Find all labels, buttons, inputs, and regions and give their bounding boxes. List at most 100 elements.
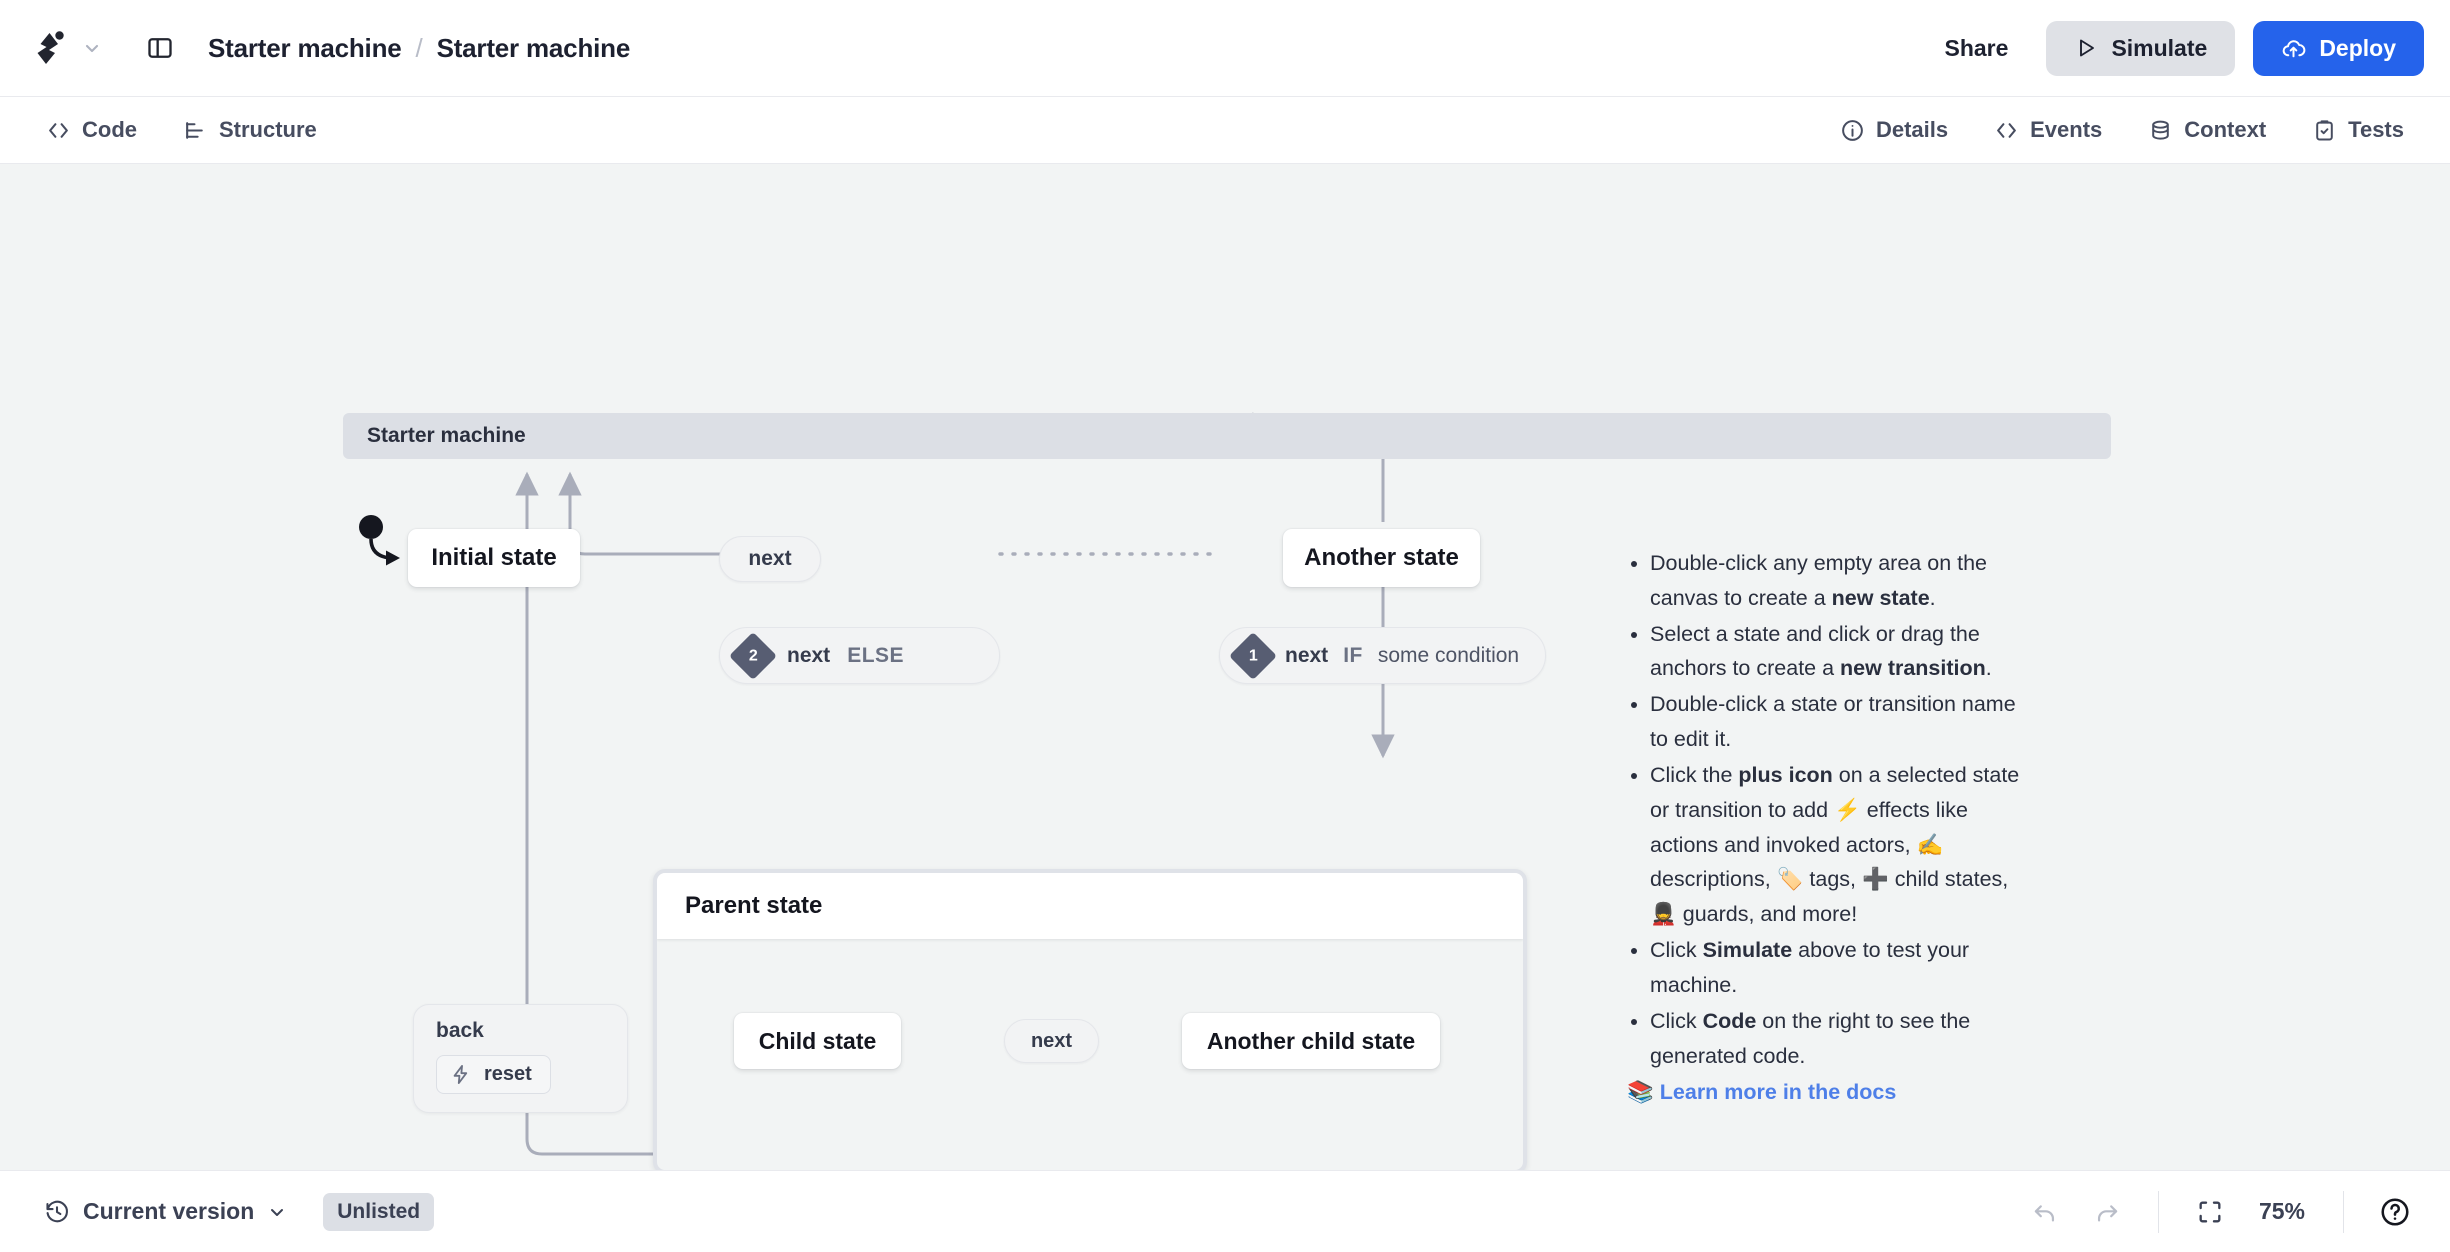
instruction-text: Double-click a state or transition name … [1650, 692, 2016, 752]
instruction-emphasis: new state [1831, 585, 1930, 610]
transition-order-badge-2-value: 2 [748, 646, 758, 664]
tab-events-label: Events [2030, 117, 2103, 142]
sidebar-panel-icon[interactable] [140, 28, 180, 68]
tree-structure-icon [183, 118, 208, 143]
tab-tests-label: Tests [2348, 117, 2404, 142]
redo-button[interactable] [2080, 1185, 2134, 1239]
breadcrumb: Starter machine / Starter machine [208, 33, 630, 64]
tab-events[interactable]: Events [1978, 109, 2118, 151]
initial-marker-machine [359, 515, 400, 566]
state-parent-state[interactable]: Parent state Child state next Another ch… [653, 869, 1527, 1170]
transition-next-child[interactable]: next [1004, 1019, 1099, 1063]
instruction-text: . [1929, 585, 1936, 610]
state-another-state[interactable]: Another state [1283, 529, 1480, 587]
transition-next-else[interactable]: 2 next ELSE [719, 627, 1000, 684]
help-circle-icon [2379, 1196, 2411, 1228]
state-initial-state[interactable]: Initial state [408, 529, 580, 587]
transition-next-top[interactable]: next [719, 536, 821, 582]
play-triangle-icon [2074, 36, 2098, 60]
instruction-item: Select a state and click or drag the anc… [1650, 617, 2027, 687]
deploy-button[interactable]: Deploy [2253, 20, 2424, 76]
instruction-item: Click Simulate above to test your machin… [1650, 933, 2027, 1003]
breadcrumb-project[interactable]: Starter machine [208, 33, 402, 64]
machine-header[interactable]: Starter machine [343, 413, 2111, 459]
tab-context-label: Context [2184, 117, 2267, 142]
chevron-down-icon [267, 1202, 287, 1222]
state-child-state[interactable]: Child state [734, 1013, 901, 1069]
machine-canvas[interactable]: Starter machine Initial state Another st… [0, 164, 2450, 1170]
zoom-level[interactable]: 75% [2245, 1190, 2319, 1233]
chevron-down-icon[interactable] [82, 38, 102, 58]
state-child-state-label: Child state [758, 1027, 877, 1054]
state-another-state-label: Another state [1304, 544, 1459, 571]
instruction-text: on a selected state or transition to add… [1650, 762, 2020, 927]
fit-to-screen-icon [2196, 1198, 2224, 1226]
tab-structure[interactable]: Structure [167, 109, 333, 151]
instruction-item: Double-click any empty area on the canva… [1650, 546, 2027, 616]
instruction-emphasis: plus icon [1738, 762, 1833, 787]
top-bar: Starter machine / Starter machine Share … [0, 0, 2450, 97]
code-brackets-icon [46, 118, 71, 143]
transition-order-badge-2: 2 [728, 631, 778, 680]
bottom-bar-right: 75% [2018, 1185, 2422, 1239]
transition-next-else-guard-keyword: ELSE [847, 643, 905, 667]
transition-next-child-event: next [1030, 1029, 1073, 1052]
instruction-item: Double-click a state or transition name … [1650, 687, 2027, 757]
breadcrumb-machine[interactable]: Starter machine [437, 33, 631, 64]
transition-next-top-event: next [748, 547, 792, 570]
simulate-button[interactable]: Simulate [2046, 20, 2236, 76]
tab-details[interactable]: Details [1824, 109, 1964, 151]
bottom-bar: Current version Unlisted 75% [0, 1170, 2450, 1252]
tab-context[interactable]: Context [2132, 109, 2282, 151]
tab-bar-right: Details Events Context Tests [1824, 109, 2420, 151]
transition-next-if[interactable]: 1 next IF some condition [1219, 627, 1546, 684]
canvas-inner: Starter machine Initial state Another st… [0, 164, 2450, 1170]
state-another-child-state[interactable]: Another child state [1182, 1013, 1440, 1069]
instruction-item: Click Code on the right to see the gener… [1650, 1004, 2027, 1074]
instruction-text: . [1985, 656, 1992, 681]
action-reset[interactable]: reset [436, 1055, 551, 1094]
bottom-divider-2 [2343, 1190, 2344, 1233]
instruction-text: Click [1650, 1008, 1703, 1033]
current-version-label: Current version [83, 1198, 255, 1224]
transition-order-badge-1: 1 [1228, 631, 1278, 680]
info-circle-icon [1840, 118, 1865, 143]
visibility-badge[interactable]: Unlisted [323, 1192, 435, 1231]
instruction-text: Click [1650, 938, 1703, 963]
undo-arrow-icon [2031, 1198, 2059, 1226]
instruction-emphasis: new transition [1840, 656, 1986, 681]
tab-details-label: Details [1875, 117, 1949, 142]
top-bar-actions: Share Simulate Deploy [1925, 20, 2424, 76]
tab-bar: Code Structure Details Events Context Te… [0, 97, 2450, 164]
brand-area[interactable] [30, 27, 102, 69]
learn-more-link[interactable]: Learn more in the docs [1660, 1080, 1897, 1104]
undo-button[interactable] [2018, 1185, 2072, 1239]
state-parent-state-label[interactable]: Parent state [657, 873, 1523, 939]
clipboard-check-icon [2312, 118, 2337, 143]
cloud-upload-icon [2281, 36, 2306, 61]
fit-to-screen-button[interactable] [2183, 1185, 2237, 1239]
tab-code[interactable]: Code [30, 109, 153, 151]
tab-structure-label: Structure [219, 117, 317, 142]
deploy-button-label: Deploy [2319, 34, 2396, 61]
state-another-child-state-label: Another child state [1206, 1027, 1416, 1054]
help-button[interactable] [2368, 1185, 2422, 1239]
bolt-icon [449, 1063, 472, 1086]
stately-logo[interactable] [30, 27, 72, 69]
tab-bar-left: Code Structure [30, 109, 333, 151]
history-clock-icon [44, 1199, 70, 1225]
transition-next-if-guard-keyword: IF [1343, 643, 1363, 667]
database-icon [2148, 118, 2173, 143]
share-button[interactable]: Share [1925, 25, 2029, 72]
app-root: Starter machine / Starter machine Share … [0, 0, 2450, 1252]
current-version-button[interactable]: Current version [30, 1190, 301, 1233]
tab-code-label: Code [82, 117, 137, 142]
transition-next-if-guard-value: some condition [1377, 643, 1520, 667]
tab-tests[interactable]: Tests [2296, 109, 2420, 151]
transition-back[interactable]: back reset [413, 1004, 628, 1113]
instruction-emphasis: Code [1702, 1008, 1757, 1033]
state-initial-state-label: Initial state [431, 544, 557, 571]
transition-next-else-event: next [787, 643, 831, 667]
instruction-item: Click the plus icon on a selected state … [1650, 758, 2027, 932]
simulate-button-label: Simulate [2111, 34, 2208, 61]
